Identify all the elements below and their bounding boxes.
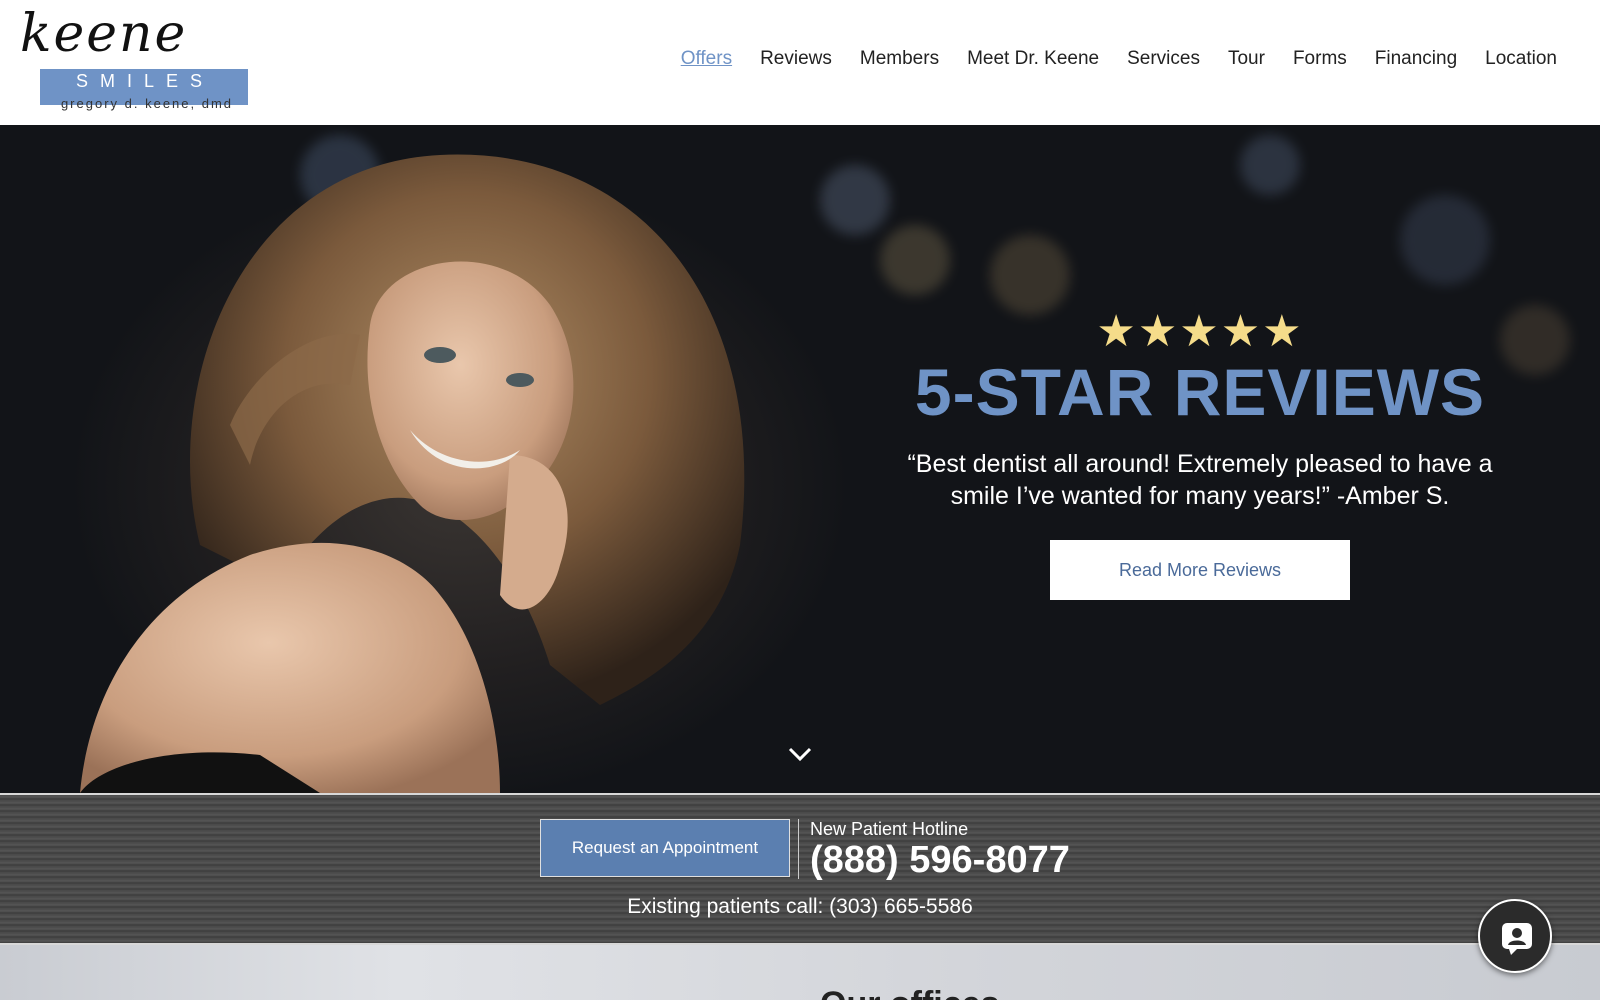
bokeh-light [990, 235, 1070, 315]
nav-forms[interactable]: Forms [1293, 48, 1347, 70]
hero-banner: ★★★★★ 5-STAR REVIEWS “Best dentist all a… [0, 125, 1600, 793]
existing-patients-phone[interactable]: Existing patients call: (303) 665-5586 [0, 895, 1600, 919]
site-header: keene SMILES gregory d. keene, dmd Offer… [0, 0, 1600, 125]
offices-heading: Our offices... [820, 985, 1028, 1000]
chat-icon [1502, 923, 1532, 955]
site-logo[interactable]: keene SMILES gregory d. keene, dmd [20, 4, 248, 114]
bokeh-light [1400, 195, 1490, 285]
request-appointment-button[interactable]: Request an Appointment [540, 819, 790, 877]
nav-location[interactable]: Location [1485, 48, 1557, 70]
chevron-down-icon[interactable] [786, 740, 814, 768]
hero-content: ★★★★★ 5-STAR REVIEWS “Best dentist all a… [880, 310, 1520, 600]
nav-reviews[interactable]: Reviews [760, 48, 832, 70]
nav-meet-dr-keene[interactable]: Meet Dr. Keene [967, 48, 1099, 70]
rating-stars: ★★★★★ [1096, 307, 1304, 356]
divider [798, 819, 799, 879]
nav-financing[interactable]: Financing [1375, 48, 1457, 70]
offices-section: Our offices... [0, 945, 1600, 1000]
nav-services[interactable]: Services [1127, 48, 1200, 70]
contact-bar: Request an Appointment New Patient Hotli… [0, 793, 1600, 945]
main-nav: Offers Reviews Members Meet Dr. Keene Se… [681, 48, 1557, 70]
chat-button[interactable] [1478, 899, 1552, 973]
bokeh-light [880, 225, 950, 295]
nav-offers[interactable]: Offers [681, 48, 732, 70]
logo-script: keene [20, 4, 188, 64]
hero-portrait [80, 154, 745, 793]
hotline-label: New Patient Hotline [810, 819, 969, 839]
read-more-reviews-button[interactable]: Read More Reviews [1050, 540, 1350, 600]
bokeh-light [1240, 135, 1300, 195]
hero-quote: “Best dentist all around! Extremely plea… [907, 450, 1493, 510]
hero-title: 5-STAR REVIEWS [914, 355, 1486, 429]
logo-subtitle: gregory d. keene, dmd [60, 96, 234, 111]
logo-word: SMILES [75, 71, 215, 91]
hotline-phone-link[interactable]: (888) 596-8077 [810, 839, 1070, 882]
nav-tour[interactable]: Tour [1228, 48, 1265, 70]
nav-members[interactable]: Members [860, 48, 939, 70]
bokeh-light [820, 165, 890, 235]
